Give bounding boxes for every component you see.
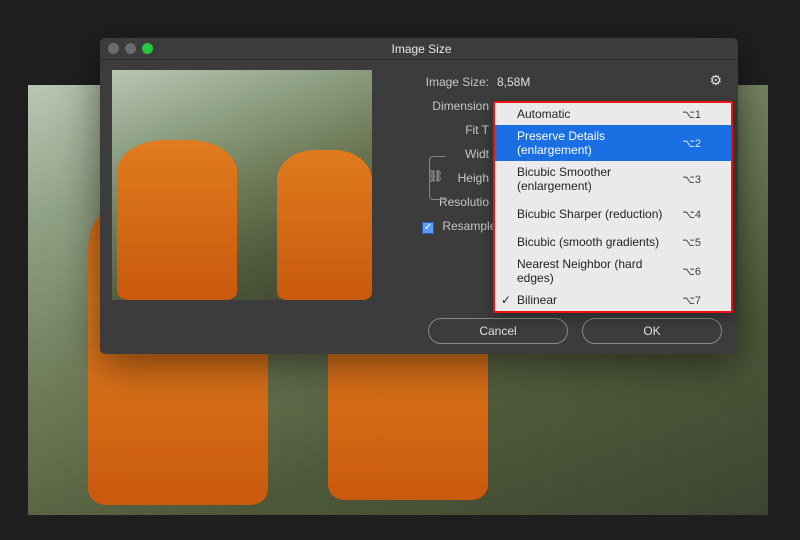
row-image-size: Image Size: 8,58M xyxy=(382,70,726,94)
dialog-title: Image Size xyxy=(153,42,730,56)
window-close-button[interactable] xyxy=(108,43,119,54)
dropdown-item-label: Bicubic Sharper (reduction) xyxy=(517,207,662,221)
dropdown-item[interactable]: Nearest Neighbor (hard edges)⌥6 xyxy=(495,253,731,289)
dropdown-item[interactable]: Bilinear ⌥7 xyxy=(495,289,731,311)
preview-figure xyxy=(277,150,372,300)
dropdown-item[interactable]: Bicubic (smooth gradients) ⌥5 xyxy=(495,231,731,253)
dropdown-item-label: Bicubic Smoother (enlargement) xyxy=(517,165,682,193)
window-zoom-button[interactable] xyxy=(142,43,153,54)
dropdown-item-label: Preserve Details (enlargement) xyxy=(517,129,682,157)
dropdown-item[interactable]: Bicubic Sharper (reduction) ⌥4 xyxy=(495,203,731,225)
dropdown-item-label: Automatic xyxy=(517,107,570,121)
image-preview[interactable] xyxy=(112,70,372,300)
image-size-value: 8,58M xyxy=(497,75,530,89)
window-controls xyxy=(108,43,153,54)
gear-icon[interactable]: ⚙︎ xyxy=(709,72,722,89)
titlebar: Image Size xyxy=(100,38,738,60)
image-size-label: Image Size: xyxy=(382,75,497,89)
dropdown-item-label: Bicubic (smooth gradients) xyxy=(517,235,659,249)
dropdown-item-shortcut: ⌥1 xyxy=(682,108,701,121)
dropdown-item[interactable]: Automatic ⌥1 xyxy=(495,103,731,125)
dropdown-item-label: Bilinear xyxy=(517,293,557,307)
cancel-button[interactable]: Cancel xyxy=(428,318,568,344)
dimensions-label: Dimension xyxy=(382,99,497,113)
dropdown-item-shortcut: ⌥2 xyxy=(682,137,701,150)
resample-checkbox[interactable] xyxy=(422,222,434,234)
window-minimize-button[interactable] xyxy=(125,43,136,54)
dropdown-item-shortcut: ⌥7 xyxy=(682,294,701,307)
dropdown-item[interactable]: Bicubic Smoother (enlargement)⌥3 xyxy=(495,161,731,197)
preview-figure xyxy=(117,140,237,300)
ok-button[interactable]: OK xyxy=(582,318,722,344)
dropdown-item-shortcut: ⌥6 xyxy=(682,265,701,278)
dropdown-item-shortcut: ⌥5 xyxy=(682,236,701,249)
constrain-proportions-icon[interactable] xyxy=(429,156,445,200)
dropdown-item[interactable]: Preserve Details (enlargement)⌥2 xyxy=(495,125,731,161)
dropdown-item-shortcut: ⌥3 xyxy=(682,173,701,186)
dialog-buttons: Cancel OK xyxy=(428,318,722,344)
resample-dropdown[interactable]: Automatic⌥1Preserve Details (enlargement… xyxy=(493,101,733,313)
dropdown-item-shortcut: ⌥4 xyxy=(682,208,701,221)
dropdown-item-label: Nearest Neighbor (hard edges) xyxy=(517,257,682,285)
resample-label: Resample xyxy=(442,219,496,233)
fit-to-label: Fit T xyxy=(382,123,497,137)
